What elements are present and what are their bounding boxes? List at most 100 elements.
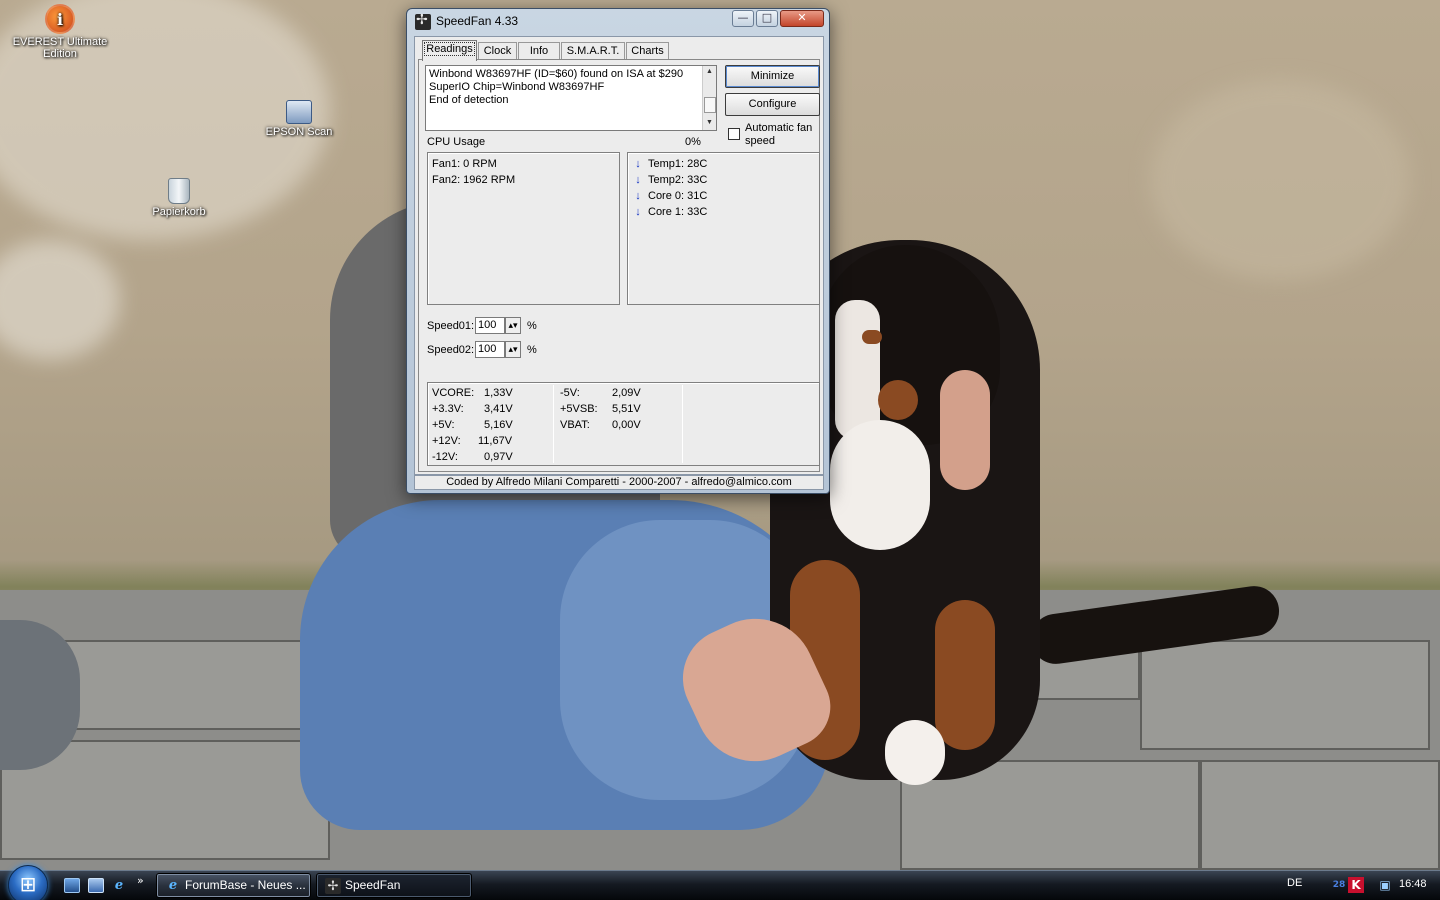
paving-tile [1140, 640, 1430, 750]
speed01-label: Speed01: [427, 320, 475, 332]
voltage-value: 2,09V [612, 387, 641, 399]
voltage-row: VCORE: 1,33V [432, 385, 552, 401]
detection-log[interactable]: Winbond W83697HF (ID=$60) found on ISA a… [425, 65, 717, 131]
taskbar: e » e ForumBase - Neues ... ✢ SpeedFan D… [0, 865, 1440, 900]
temp-label: Temp1: 28C [648, 158, 708, 170]
voltage-column-2: -5V: 2,09V +5VSB: 5,51V VBAT: 0,00V [560, 385, 680, 433]
desktop-icon-everest[interactable]: EVEREST Ultimate Edition [10, 4, 110, 60]
desktop-icon-label: Papierkorb [152, 206, 206, 218]
voltage-value: 5,51V [612, 403, 641, 415]
voltage-value: 11,67V [478, 435, 513, 447]
status-bar: Coded by Alfredo Milani Comparetti - 200… [414, 475, 824, 490]
speed01-spinner-icon[interactable]: ▴▾ [505, 317, 521, 334]
taskbar-button-forumbase[interactable]: e ForumBase - Neues ... [156, 873, 311, 898]
scroll-thumb[interactable] [704, 97, 716, 113]
temperature-readings-pane: ↓ Temp1: 28C ↓ Temp2: 33C ↓ Core 0: 31C ↓ Co… [627, 152, 820, 305]
desktop-icon-label: EVEREST Ultimate Edition [12, 36, 108, 60]
voltage-row: VBAT: 0,00V [560, 417, 680, 433]
log-line: Winbond W83697HF (ID=$60) found on ISA a… [429, 68, 684, 80]
tray-antivirus-icon[interactable]: K [1348, 877, 1364, 893]
window-minimize-button[interactable]: — [732, 10, 754, 27]
tab-readings[interactable]: Readings [422, 40, 477, 61]
voltage-label: VBAT: [560, 419, 590, 431]
title-bar[interactable]: SpeedFan 4.33 — □ ✕ [407, 9, 829, 35]
tab-clock[interactable]: Clock [478, 42, 517, 60]
tab-smart[interactable]: S.M.A.R.T. [561, 42, 625, 60]
voltage-row: +12V: 11,67V [432, 433, 552, 449]
arrow-down-icon: ↓ [635, 174, 641, 186]
speedfan-window: SpeedFan 4.33 — □ ✕ Readings Clock Info … [406, 8, 830, 494]
scroll-down-arrow-icon[interactable]: ▼ [703, 117, 716, 129]
voltage-column-1: VCORE: 1,33V +3.3V: 3,41V +5V: 5,16V +12V: 1… [432, 385, 552, 465]
desktop-icon-recycle-bin[interactable]: Papierkorb [129, 178, 229, 218]
taskbar-button-label: SpeedFan [345, 878, 401, 892]
voltage-value: 3,41V [484, 403, 513, 415]
arrow-down-icon: ↓ [635, 158, 641, 170]
log-scrollbar[interactable]: ▲ ▼ [702, 66, 716, 130]
automatic-fan-speed-checkbox[interactable] [728, 128, 740, 140]
speed02-unit: % [527, 344, 537, 356]
voltage-value: 1,33V [484, 387, 513, 399]
tab-info[interactable]: Info [518, 42, 560, 60]
log-line: SuperIO Chip=Winbond W83697HF [429, 81, 605, 93]
speed02-spinner-icon[interactable]: ▴▾ [505, 341, 521, 358]
everest-icon [45, 4, 75, 34]
voltage-column-divider [553, 385, 554, 463]
temp-label: Core 0: 31C [648, 190, 708, 202]
taskbar-button-speedfan[interactable]: ✢ SpeedFan [316, 873, 472, 898]
tab-label: Readings [424, 42, 475, 56]
quick-launch-more-button[interactable]: » [137, 874, 144, 887]
speed02-label: Speed02: [427, 344, 475, 356]
temp-label: Core 1: 33C [648, 206, 708, 218]
desktop-icon-label: EPSON Scan [265, 126, 333, 138]
desktop-icon-epson-scan[interactable]: EPSON Scan [249, 100, 349, 138]
recycle-bin-icon [168, 178, 190, 204]
cpu-usage-value: 0% [685, 136, 701, 148]
taskbar-button-label: ForumBase - Neues ... [185, 878, 306, 892]
window-maximize-button[interactable]: □ [756, 10, 778, 27]
speedfan-icon: ✢ [325, 878, 341, 894]
dog-tan-leg [935, 600, 995, 750]
paving-tile [40, 640, 340, 730]
voltage-value: 0,00V [612, 419, 641, 431]
dog-cheek [878, 380, 918, 420]
start-button[interactable] [8, 865, 48, 900]
voltage-value: 5,16V [484, 419, 513, 431]
voltage-row: -5V: 2,09V [560, 385, 680, 401]
internet-explorer-icon[interactable]: e [111, 878, 127, 893]
minimize-button[interactable]: Minimize [725, 65, 820, 88]
cpu-usage-label: CPU Usage [427, 136, 486, 148]
scroll-up-arrow-icon[interactable]: ▲ [703, 66, 716, 78]
tab-charts[interactable]: Charts [626, 42, 669, 60]
temp-reading: ↓ Temp2: 33C [632, 172, 815, 188]
automatic-fan-speed-label: Automatic fan speed [745, 122, 813, 147]
language-indicator[interactable]: DE [1287, 877, 1302, 889]
paving-tile [1200, 760, 1440, 870]
show-desktop-icon[interactable] [64, 878, 80, 893]
clock[interactable]: 16:48 [1399, 878, 1427, 890]
voltage-label: -5V: [560, 387, 580, 399]
temp-reading: ↓ Core 1: 33C [632, 204, 815, 220]
window-close-button[interactable]: ✕ [780, 10, 824, 27]
fan-reading: Fan1: 0 RPM [432, 158, 497, 170]
dog-chest [830, 420, 930, 550]
dog-eyebrow [862, 330, 882, 344]
temp-reading: ↓ Temp1: 28C [632, 156, 815, 172]
voltage-label: +12V: [432, 435, 461, 447]
tray-network-icon[interactable]: ▣ [1377, 877, 1393, 893]
voltage-row: +3.3V: 3,41V [432, 401, 552, 417]
configure-button[interactable]: Configure [725, 93, 820, 116]
speed01-input[interactable]: 100 [475, 317, 505, 334]
speed02-input[interactable]: 100 [475, 341, 505, 358]
speedfan-app-icon[interactable] [415, 12, 431, 30]
ie-icon: e [168, 878, 178, 893]
log-line: End of detection [429, 94, 509, 106]
voltage-row: +5V: 5,16V [432, 417, 552, 433]
switch-windows-icon[interactable] [88, 878, 104, 893]
tray-network-speed-icon[interactable]: 28 [1331, 877, 1347, 893]
window-title: SpeedFan 4.33 [436, 14, 519, 28]
voltage-value: 0,97V [484, 451, 513, 463]
scanner-icon [286, 100, 312, 124]
voltage-row: -12V: 0,97V [432, 449, 552, 465]
readings-panel: Winbond W83697HF (ID=$60) found on ISA a… [418, 59, 820, 472]
